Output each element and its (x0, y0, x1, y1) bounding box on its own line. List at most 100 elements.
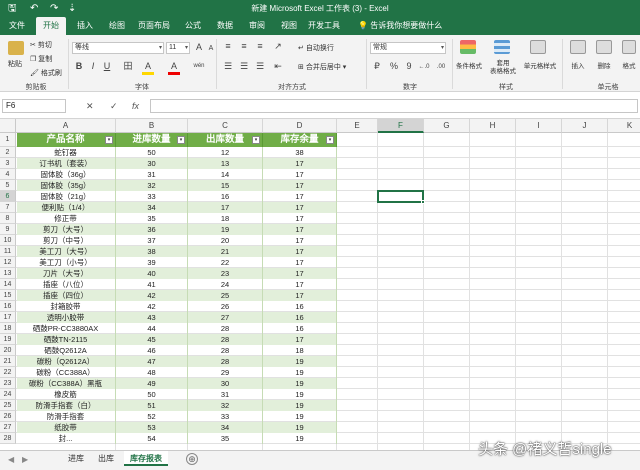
table-cell[interactable]: 碳粉（CC388A）黑瓶 (16, 378, 116, 389)
tab-insert[interactable]: 插入 (72, 17, 98, 35)
column-header-j[interactable]: J (562, 119, 608, 133)
table-cell[interactable]: 35 (188, 433, 263, 444)
cell-styles-button[interactable]: 单元格样式 (520, 60, 560, 70)
increase-decimal-icon[interactable]: ←.0 (416, 62, 432, 73)
fill-handle[interactable] (421, 200, 425, 204)
table-cell[interactable]: 17 (263, 180, 337, 191)
sheet-tab-outbound[interactable]: 出库 (92, 451, 120, 466)
table-cell[interactable]: 19 (263, 378, 337, 389)
table-cell[interactable]: 14 (188, 169, 263, 180)
table-cell[interactable]: 硒鼓TN-2115 (16, 334, 116, 345)
filter-dropdown-icon[interactable]: ▾ (105, 136, 113, 144)
table-cell[interactable]: 44 (116, 323, 188, 334)
table-cell[interactable]: 48 (116, 367, 188, 378)
row-header[interactable]: 7 (0, 202, 16, 213)
table-cell[interactable]: 17 (263, 213, 337, 224)
row-header[interactable]: 27 (0, 422, 16, 433)
row-header[interactable]: 8 (0, 213, 16, 224)
table-cell[interactable]: 30 (116, 158, 188, 169)
table-cell[interactable]: 修正带 (16, 213, 116, 224)
table-cell[interactable]: 碳粉（CC388A） (16, 367, 116, 378)
worksheet-grid[interactable]: A B C D E F G H I J K 1 2 3 4 5 6 7 8 9 10 11 12 13 14 15 16 17 18 19… (0, 119, 640, 450)
indent-icon[interactable]: ⇤ (272, 61, 284, 72)
table-cell[interactable]: 22 (188, 257, 263, 268)
cancel-icon[interactable]: ✕ (86, 99, 94, 113)
format-cells-icon[interactable] (622, 40, 636, 54)
paste-button[interactable]: 粘贴 (8, 59, 22, 69)
fill-color-icon[interactable]: A (142, 61, 154, 75)
insert-cells-button[interactable]: 插入 (568, 60, 588, 70)
copy-button[interactable]: ❐ 复制 (30, 54, 52, 64)
row-header[interactable]: 1 (0, 133, 16, 147)
table-cell[interactable]: 43 (116, 312, 188, 323)
table-cell[interactable]: 硒鼓PR-CC3880AX (16, 323, 116, 334)
align-left-icon[interactable]: ☰ (222, 61, 234, 72)
scroll-right-icon[interactable]: ▶ (22, 455, 28, 464)
column-header-e[interactable]: E (337, 119, 378, 133)
table-cell[interactable]: 固体胶（35g） (16, 180, 116, 191)
table-cell[interactable]: 17 (263, 246, 337, 257)
tab-formulas[interactable]: 公式 (180, 17, 206, 35)
table-cell[interactable]: 33 (188, 411, 263, 422)
table-cell[interactable]: 49 (116, 378, 188, 389)
row-header[interactable]: 28 (0, 433, 16, 444)
table-header-cell[interactable]: 产品名称 ▾ (16, 133, 116, 147)
table-cell[interactable]: 31 (116, 169, 188, 180)
table-cell[interactable]: 碳粉（Q2612A） (16, 356, 116, 367)
column-header-k[interactable]: K (608, 119, 640, 133)
add-sheet-button[interactable]: ⊕ (186, 453, 198, 465)
sheet-tab-inbound[interactable]: 进库 (62, 451, 90, 466)
table-cell[interactable]: 19 (263, 389, 337, 400)
table-cell[interactable]: 15 (188, 180, 263, 191)
table-cell[interactable]: 剪刀（中号） (16, 235, 116, 246)
conditional-format-icon[interactable] (460, 40, 476, 54)
table-cell[interactable]: 固体胶（21g） (16, 191, 116, 202)
row-header[interactable]: 6 (0, 191, 16, 202)
tab-review[interactable]: 审阅 (244, 17, 270, 35)
table-cell[interactable]: 47 (116, 356, 188, 367)
format-painter-button[interactable]: 🖌 格式刷 (30, 68, 62, 78)
table-cell[interactable]: 美工刀（小号） (16, 257, 116, 268)
row-header[interactable]: 23 (0, 378, 16, 389)
comma-style-icon[interactable]: 9 (404, 61, 414, 72)
bold-button[interactable]: B (74, 61, 84, 72)
table-cell[interactable]: 28 (188, 356, 263, 367)
table-cell[interactable]: 32 (116, 180, 188, 191)
table-cell[interactable]: 27 (188, 312, 263, 323)
row-header[interactable]: 15 (0, 290, 16, 301)
table-cell[interactable]: 17 (263, 268, 337, 279)
table-cell[interactable]: 39 (116, 257, 188, 268)
wrap-text-button[interactable]: ↵ 自动换行 (298, 43, 334, 53)
filter-dropdown-icon[interactable]: ▾ (326, 136, 334, 144)
cell-styles-icon[interactable] (530, 40, 546, 54)
table-cell[interactable]: 37 (116, 235, 188, 246)
table-cell[interactable]: 54 (116, 433, 188, 444)
table-cell[interactable]: 32 (188, 400, 263, 411)
table-cell[interactable]: 19 (263, 422, 337, 433)
table-cell[interactable]: 41 (116, 279, 188, 290)
shrink-font-icon[interactable]: A (206, 43, 216, 54)
table-cell[interactable]: 42 (116, 301, 188, 312)
delete-cells-icon[interactable] (596, 40, 612, 54)
font-size-select[interactable]: 11 ▾ (166, 42, 190, 54)
table-cell[interactable]: 34 (188, 422, 263, 433)
row-header[interactable]: 21 (0, 356, 16, 367)
table-cell[interactable]: 17 (263, 169, 337, 180)
table-cell[interactable]: 29 (188, 367, 263, 378)
row-header[interactable]: 3 (0, 158, 16, 169)
row-header[interactable]: 9 (0, 224, 16, 235)
table-header-cell[interactable]: 进库数量 ▾ (116, 133, 188, 147)
column-header-g[interactable]: G (424, 119, 470, 133)
row-header[interactable]: 25 (0, 400, 16, 411)
table-cell[interactable]: 28 (188, 334, 263, 345)
name-box[interactable]: F6 (2, 99, 66, 113)
conditional-format-button[interactable]: 条件格式 (452, 60, 486, 70)
table-cell[interactable]: 防滑手指套 (16, 411, 116, 422)
table-cell[interactable]: 31 (188, 389, 263, 400)
align-top-icon[interactable]: ≡ (222, 41, 234, 52)
active-cell-selection[interactable] (377, 190, 425, 204)
table-cell[interactable]: 40 (116, 268, 188, 279)
row-header[interactable]: 22 (0, 367, 16, 378)
delete-cells-button[interactable]: 删除 (594, 60, 614, 70)
row-header[interactable]: 4 (0, 169, 16, 180)
